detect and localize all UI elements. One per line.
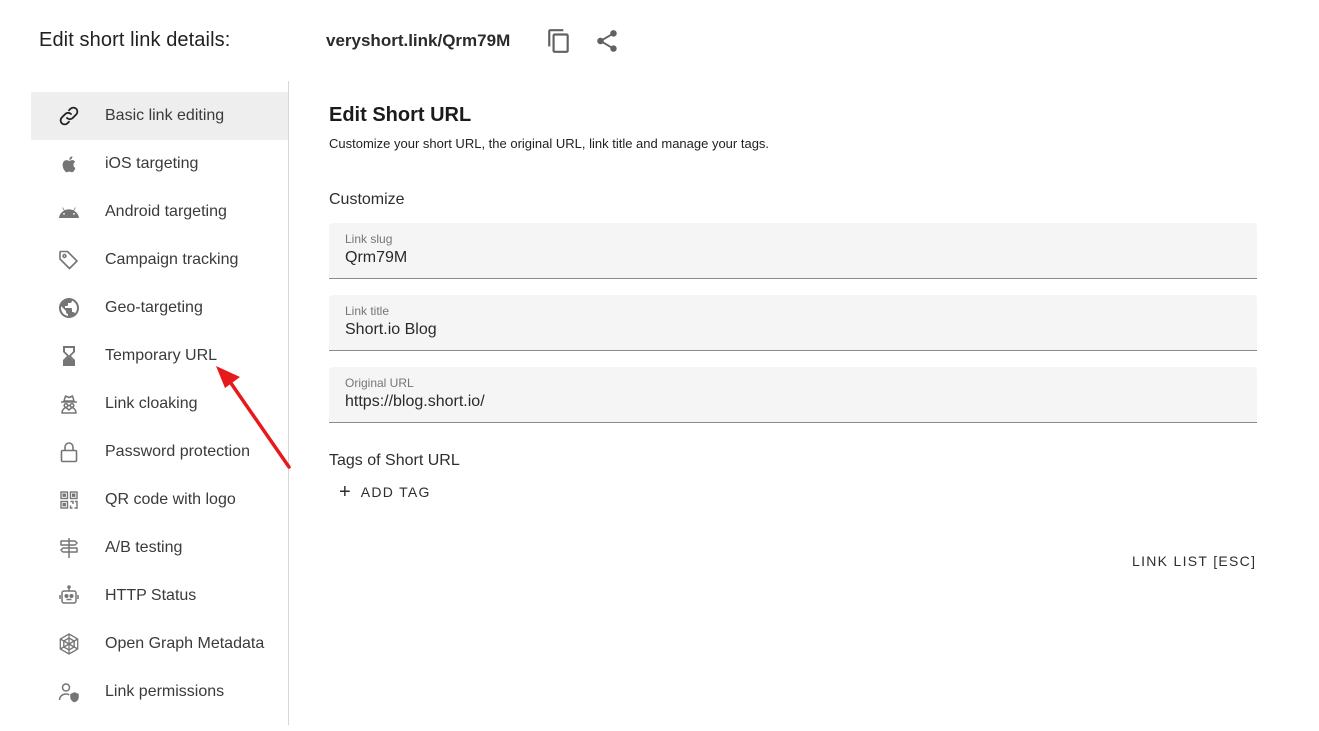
sidebar: Basic link editing iOS targeting Android… bbox=[31, 92, 288, 716]
field-value[interactable]: Qrm79M bbox=[345, 249, 407, 267]
sidebar-item-label: Open Graph Metadata bbox=[105, 635, 265, 652]
sidebar-item-qr-code[interactable]: QR code with logo bbox=[31, 476, 288, 524]
web-icon bbox=[56, 631, 82, 657]
link-slug-field[interactable]: Link slug Qrm79M bbox=[329, 223, 1257, 279]
field-label: Original URL bbox=[345, 376, 414, 390]
signpost-icon bbox=[56, 535, 82, 561]
globe-icon bbox=[56, 295, 82, 321]
sidebar-item-label: iOS targeting bbox=[105, 155, 199, 172]
original-url-field[interactable]: Original URL https://blog.short.io/ bbox=[329, 367, 1257, 423]
android-icon bbox=[56, 199, 82, 225]
field-value[interactable]: https://blog.short.io/ bbox=[345, 393, 485, 411]
section-subtitle: Customize your short URL, the original U… bbox=[329, 136, 770, 151]
sidebar-item-label: Geo-targeting bbox=[105, 299, 203, 316]
customize-label: Customize bbox=[329, 191, 405, 208]
sidebar-item-password-protection[interactable]: Password protection bbox=[31, 428, 288, 476]
sidebar-item-ab-testing[interactable]: A/B testing bbox=[31, 524, 288, 572]
lock-icon bbox=[56, 439, 82, 465]
tags-label: Tags of Short URL bbox=[329, 452, 460, 469]
link-list-button[interactable]: LINK LIST [ESC] bbox=[1132, 553, 1256, 569]
sidebar-item-link-cloaking[interactable]: Link cloaking bbox=[31, 380, 288, 428]
sidebar-item-temporary-url[interactable]: Temporary URL bbox=[31, 332, 288, 380]
qr-code-icon bbox=[56, 487, 82, 513]
sidebar-item-open-graph-metadata[interactable]: Open Graph Metadata bbox=[31, 620, 288, 668]
sidebar-item-label: Basic link editing bbox=[105, 107, 225, 124]
short-link-url: veryshort.link/Qrm79M bbox=[326, 31, 511, 50]
field-value[interactable]: Short.io Blog bbox=[345, 321, 437, 339]
link-title-field[interactable]: Link title Short.io Blog bbox=[329, 295, 1257, 351]
sidebar-item-basic-link-editing[interactable]: Basic link editing bbox=[31, 92, 288, 140]
tag-icon bbox=[56, 247, 82, 273]
sidebar-item-label: Android targeting bbox=[105, 203, 227, 220]
edit-short-url-panel: Edit Short URL Customize your short URL,… bbox=[329, 104, 1257, 503]
sidebar-item-ios-targeting[interactable]: iOS targeting bbox=[31, 140, 288, 188]
sidebar-item-label: HTTP Status bbox=[105, 587, 197, 604]
sidebar-item-http-status[interactable]: HTTP Status bbox=[31, 572, 288, 620]
add-tag-label: ADD TAG bbox=[360, 484, 431, 500]
sidebar-item-label: A/B testing bbox=[105, 539, 183, 556]
sidebar-item-label: QR code with logo bbox=[105, 491, 236, 508]
robot-icon bbox=[56, 583, 82, 609]
add-tag-button[interactable]: + ADD TAG bbox=[329, 481, 431, 503]
hourglass-icon bbox=[56, 343, 82, 369]
sidebar-item-label: Campaign tracking bbox=[105, 251, 239, 268]
sidebar-divider bbox=[288, 81, 289, 725]
user-shield-icon bbox=[56, 679, 82, 705]
link-icon bbox=[56, 103, 82, 129]
field-label: Link title bbox=[345, 304, 390, 318]
sidebar-item-android-targeting[interactable]: Android targeting bbox=[31, 188, 288, 236]
field-label: Link slug bbox=[345, 232, 393, 246]
section-title: Edit Short URL bbox=[329, 104, 472, 126]
sidebar-item-geo-targeting[interactable]: Geo-targeting bbox=[31, 284, 288, 332]
share-icon[interactable] bbox=[594, 28, 620, 54]
page-title: Edit short link details: bbox=[39, 29, 231, 51]
sidebar-item-label: Link cloaking bbox=[105, 395, 198, 412]
sidebar-item-label: Temporary URL bbox=[105, 347, 218, 364]
sidebar-item-label: Link permissions bbox=[105, 683, 225, 700]
spy-icon bbox=[56, 391, 82, 417]
copy-icon[interactable] bbox=[546, 28, 572, 54]
sidebar-item-link-permissions[interactable]: Link permissions bbox=[31, 668, 288, 716]
apple-icon bbox=[56, 151, 82, 177]
plus-icon: + bbox=[339, 481, 351, 503]
sidebar-item-label: Password protection bbox=[105, 443, 250, 460]
sidebar-item-campaign-tracking[interactable]: Campaign tracking bbox=[31, 236, 288, 284]
